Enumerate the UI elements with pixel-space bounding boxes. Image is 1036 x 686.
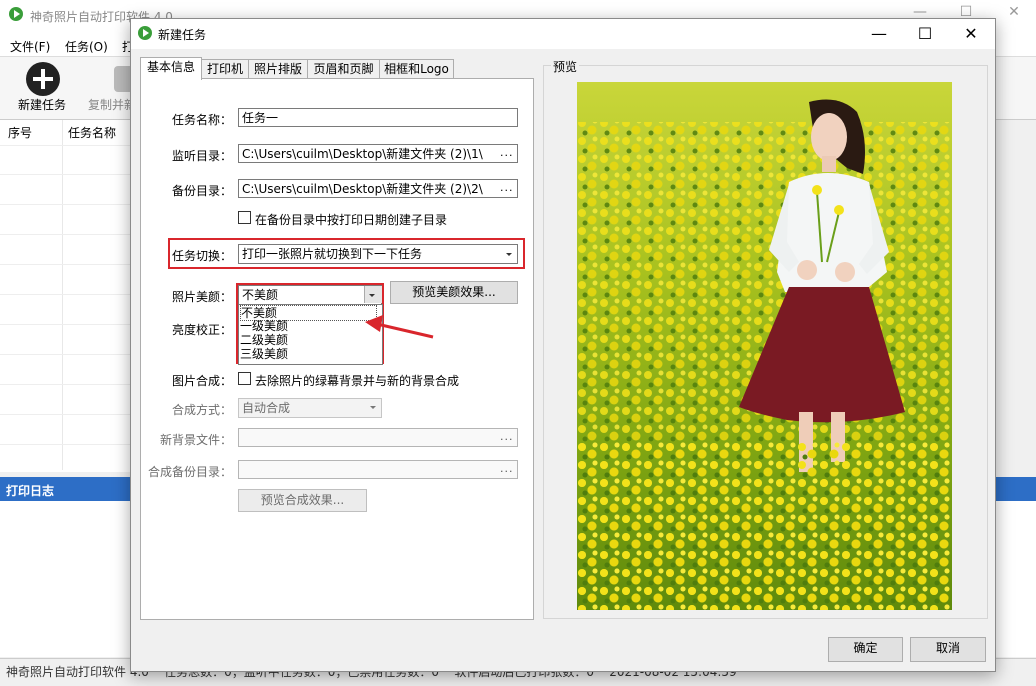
dialog-minimize-icon[interactable]: — [864, 24, 894, 44]
main-close-icon[interactable]: ✕ [1004, 4, 1024, 20]
new-task-button[interactable]: 新建任务 [18, 96, 66, 113]
print-log-title: 打印日志 [6, 484, 55, 498]
task-name-input[interactable]: 任务一 [238, 108, 518, 127]
table-row [0, 354, 130, 355]
new-background-input[interactable] [238, 428, 518, 447]
composite-backup-input[interactable] [238, 460, 518, 479]
tab-basic-info[interactable]: 基本信息 [140, 57, 202, 80]
watch-dir-label: 监听目录： [171, 149, 232, 163]
tab-header-footer[interactable]: 页眉和页脚 [307, 59, 380, 79]
table-row [0, 414, 130, 415]
backup-dir-browse-button[interactable]: ... [500, 181, 514, 194]
callout-arrow-icon [365, 315, 434, 339]
dialog-app-icon [138, 26, 152, 40]
column-header-index[interactable]: 序号 [8, 124, 32, 141]
new-background-browse-button[interactable]: ... [500, 430, 514, 443]
table-row [0, 174, 130, 175]
table-row [0, 294, 130, 295]
composite-mode-select[interactable]: 自动合成 [238, 398, 382, 418]
app-logo-icon [9, 7, 23, 21]
task-switch-value: 打印一张照片就切换到下一下任务 [242, 247, 423, 261]
table-row [0, 384, 130, 385]
task-switch-label: 任务切换： [171, 249, 232, 263]
composite-label: 图片合成： [171, 374, 232, 388]
beauty-value: 不美颜 [242, 288, 279, 302]
table-row [0, 324, 130, 325]
table-row [0, 204, 130, 205]
task-name-label: 任务名称： [171, 113, 232, 127]
dialog-maximize-icon[interactable]: ☐ [910, 24, 940, 44]
composite-checkbox-label: 去除照片的绿幕背景并与新的背景合成 [255, 374, 460, 388]
dialog-title: 新建任务 [158, 28, 207, 42]
cancel-button[interactable]: 取消 [910, 637, 986, 662]
copy-task-button[interactable]: 复制并新 [88, 96, 136, 113]
tab-photo-layout[interactable]: 照片排版 [248, 59, 308, 79]
date-subdir-checkbox[interactable] [238, 211, 251, 224]
date-subdir-label: 在备份目录中按打印日期创建子目录 [255, 213, 448, 227]
column-header-task-name[interactable]: 任务名称 [68, 124, 116, 141]
add-circle-icon[interactable] [26, 62, 60, 96]
composite-backup-browse-button[interactable]: ... [500, 462, 514, 475]
menu-file[interactable]: 文件(F) [10, 38, 50, 55]
beauty-select[interactable]: 不美颜 [238, 285, 382, 305]
backup-dir-input[interactable]: C:\Users\cuilm\Desktop\新建文件夹 (2)\2\ [238, 179, 518, 198]
chevron-down-icon[interactable] [506, 253, 512, 256]
menu-task[interactable]: 任务(O) [65, 38, 108, 55]
task-table[interactable] [0, 120, 131, 472]
new-background-label: 新背景文件： [159, 433, 232, 447]
composite-mode-value: 自动合成 [242, 401, 291, 415]
preview-composite-button[interactable]: 预览合成效果... [238, 489, 367, 512]
composite-mode-label: 合成方式： [171, 403, 232, 417]
table-row [0, 145, 130, 146]
beauty-label: 照片美颜： [171, 290, 232, 304]
backup-dir-label: 备份目录： [171, 184, 232, 198]
table-row [0, 444, 130, 445]
beauty-option-level3[interactable]: 三级美颜 [240, 347, 288, 361]
task-switch-select[interactable]: 打印一张照片就切换到下一下任务 [238, 244, 518, 264]
chevron-down-icon [370, 406, 376, 409]
watch-dir-input[interactable]: C:\Users\cuilm\Desktop\新建文件夹 (2)\1\ [238, 144, 518, 163]
table-row [0, 234, 130, 235]
composite-checkbox[interactable] [238, 372, 251, 385]
composite-backup-label: 合成备份目录： [147, 465, 232, 479]
tab-printer[interactable]: 打印机 [201, 59, 249, 79]
watch-dir-browse-button[interactable]: ... [500, 146, 514, 159]
chevron-down-icon [369, 294, 375, 297]
ok-button[interactable]: 确定 [828, 637, 903, 662]
tab-frame-logo[interactable]: 相框和Logo [379, 59, 454, 79]
column-divider [62, 120, 63, 470]
dialog-close-icon[interactable]: ✕ [956, 24, 986, 44]
preview-title: 预览 [551, 58, 580, 75]
preview-photo [577, 82, 952, 610]
beauty-option-level1[interactable]: 一级美颜 [240, 319, 288, 333]
brightness-label: 亮度校正： [171, 323, 232, 337]
beauty-option-level2[interactable]: 二级美颜 [240, 333, 288, 347]
table-row [0, 264, 130, 265]
preview-beauty-button[interactable]: 预览美颜效果... [390, 281, 518, 304]
